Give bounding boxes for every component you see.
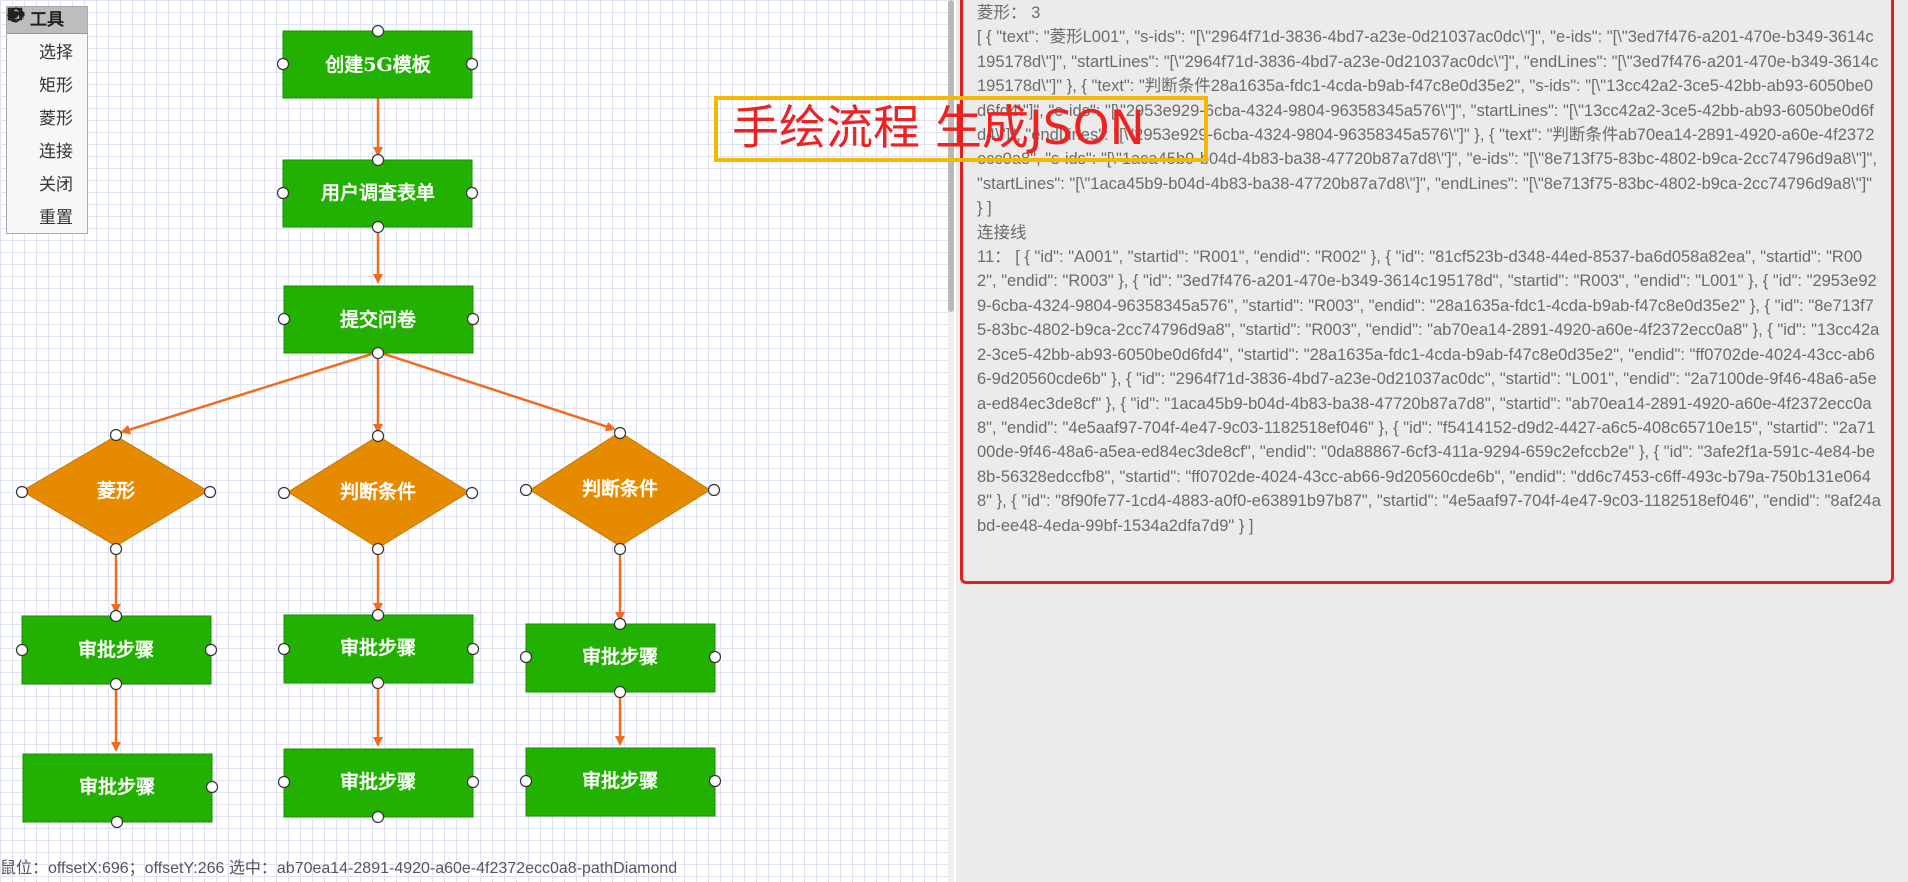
tool-select-button[interactable]: 选择 xyxy=(7,8,87,67)
diamond-label: 判断条件 xyxy=(582,477,658,500)
node-label: 审批步骤 xyxy=(78,638,154,661)
approval-step-node[interactable]: 审批步骤 xyxy=(277,608,480,690)
diamond-label: 判断条件 xyxy=(340,480,416,503)
approval-step-node[interactable]: 审批步骤 xyxy=(15,609,218,691)
tool-label: 矩形 xyxy=(39,76,73,95)
node-submit-survey[interactable]: 提交问卷 xyxy=(277,285,480,360)
status-bar: 鼠位：offsetX:696；offsetY:266 选中：ab70ea14-2… xyxy=(0,860,678,877)
annotation-label: 手绘流程 生成JSON xyxy=(714,96,1208,162)
tool-label: 连接 xyxy=(39,142,73,161)
line-section-header: 连接线 xyxy=(977,223,1027,242)
tool-label: 重置 xyxy=(39,208,73,227)
approval-step-node[interactable]: 审批步骤 xyxy=(22,753,219,829)
approval-step-node[interactable]: 审批步骤 xyxy=(519,617,722,699)
tool-label: 选择 xyxy=(39,43,73,62)
toolbox-panel: 工具 选择 矩形 菱形 连接 关闭 重置 xyxy=(6,6,88,234)
node-label: 创建5G模板 xyxy=(324,53,431,76)
node-label: 审批步骤 xyxy=(582,645,658,668)
diamond-node-2[interactable]: 判断条件 xyxy=(277,429,479,556)
tool-diamond-button[interactable]: 菱形 xyxy=(7,7,87,133)
node-label: 审批步骤 xyxy=(340,636,416,659)
diamond-node-3[interactable]: 判断条件 xyxy=(519,426,721,556)
connector-line[interactable] xyxy=(120,350,379,435)
diamond-count-header: 菱形： 3 xyxy=(977,4,1041,22)
line-json-text: 11： [ { "id": "A001", "startid": "R001",… xyxy=(977,248,1881,535)
node-create-template[interactable]: 创建5G模板 xyxy=(276,24,479,99)
node-label: 用户调查表单 xyxy=(321,181,435,204)
approval-step-node[interactable]: 审批步骤 xyxy=(277,748,480,824)
node-label: 提交问卷 xyxy=(340,308,417,331)
json-output-box: 菱形： 3 [ { "text": "菱形L001", "s-ids": "[\… xyxy=(960,0,1894,584)
tool-label: 菱形 xyxy=(39,109,73,128)
approval-step-node[interactable]: 审批步骤 xyxy=(519,747,722,817)
node-survey-form[interactable]: 用户调查表单 xyxy=(276,153,479,234)
node-label: 审批步骤 xyxy=(582,769,658,792)
diamond-node-1[interactable]: 菱形 xyxy=(15,428,217,556)
tool-label: 关闭 xyxy=(39,175,73,194)
tool-rectangle-button[interactable]: 矩形 xyxy=(7,7,87,100)
node-label: 审批步骤 xyxy=(340,770,416,793)
tool-reset-button[interactable]: 重置 xyxy=(7,8,87,232)
node-label: 审批步骤 xyxy=(79,775,155,798)
tool-connect-button[interactable]: 连接 xyxy=(7,8,87,166)
connector-line[interactable] xyxy=(377,350,616,432)
tool-close-button[interactable]: 关闭 xyxy=(7,7,87,199)
diamond-label: 菱形 xyxy=(97,479,135,502)
